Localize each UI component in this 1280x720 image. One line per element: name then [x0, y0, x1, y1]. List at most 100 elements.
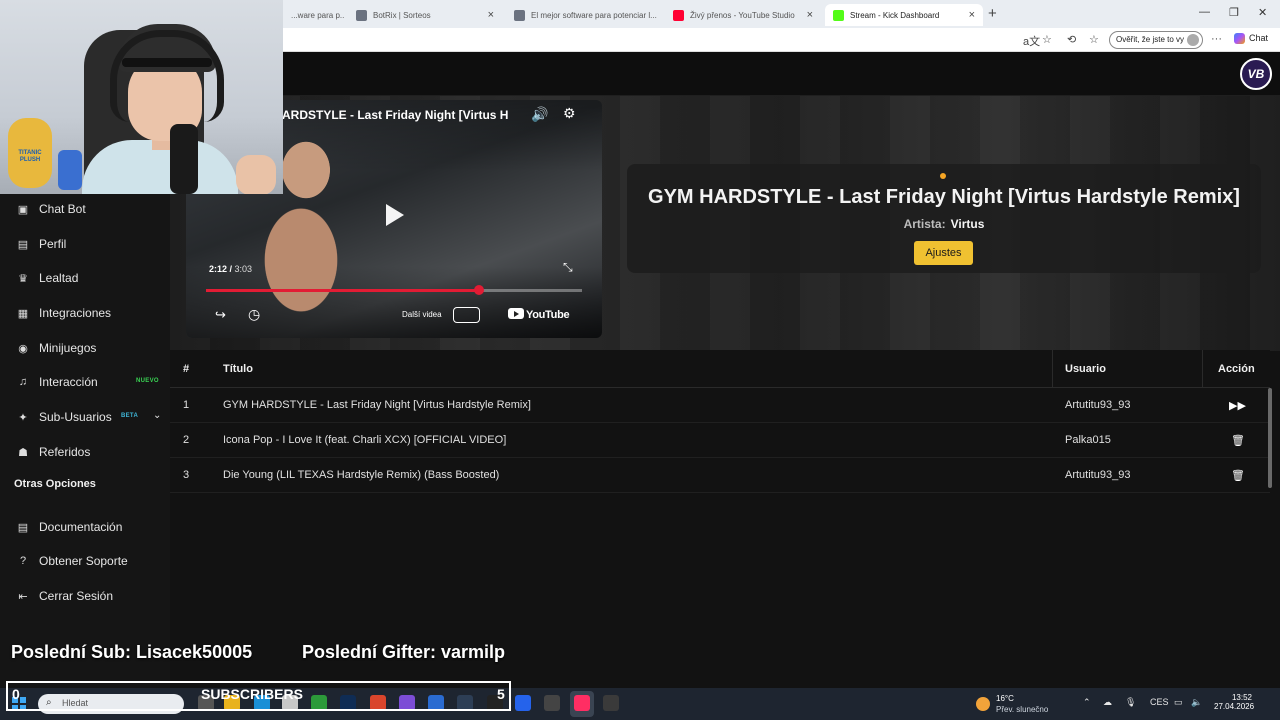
translate-icon[interactable]: a文 — [1023, 33, 1040, 49]
browser-tab[interactable]: El mejor software para potenciar l... × — [506, 4, 662, 26]
gamepad-icon: ◉ — [18, 342, 28, 355]
tiktok-icon[interactable] — [574, 695, 590, 711]
favorite-star-icon[interactable]: ☆ — [1042, 33, 1052, 46]
new-tab-icon[interactable]: + — [988, 5, 997, 22]
settings-button[interactable]: Ajustes — [914, 241, 973, 265]
user-group-icon: ☗ — [18, 446, 28, 459]
onedrive-icon[interactable]: ☁ — [1103, 697, 1112, 708]
row-number: 3 — [183, 469, 190, 481]
scrollbar[interactable] — [1268, 388, 1272, 488]
row-user: Artutitu93_93 — [1065, 399, 1131, 411]
row-user: Artutitu93_93 — [1065, 469, 1131, 481]
subscriber-goal-target: 5 — [497, 686, 505, 702]
botrix-favicon-icon — [356, 9, 367, 21]
clock[interactable]: 13:52 27.04.2026 — [1214, 693, 1254, 711]
sidebar-item-minijuegos[interactable]: ◉ Minijuegos — [0, 333, 170, 363]
row-title: Icona Pop - I Love It (feat. Charli XCX)… — [223, 434, 507, 446]
time-current: 2:12 — [209, 264, 228, 274]
close-icon[interactable]: × — [488, 9, 494, 21]
video-progress-bar[interactable] — [206, 285, 582, 295]
settings-icon[interactable] — [544, 695, 560, 711]
browser-tab[interactable]: BotRix | Sorteos × — [348, 4, 502, 26]
close-icon[interactable]: × — [807, 9, 813, 21]
video-time: 2:12 / 3:03 — [209, 264, 253, 274]
sidebar-item-obtener-soporte[interactable]: ? Obtener Soporte — [0, 546, 170, 576]
network-icon[interactable]: ▭ — [1174, 697, 1183, 708]
language-indicator[interactable]: CES — [1150, 697, 1169, 707]
fullscreen-icon[interactable]: ⤡ — [563, 260, 573, 275]
sidebar-item-label: Sub-Usuarios — [39, 410, 112, 424]
trash-icon[interactable]: 🗑 — [1231, 469, 1245, 482]
more-videos-label[interactable]: Další videa — [402, 310, 442, 319]
progress-knob[interactable] — [473, 285, 484, 295]
sidebar-item-documentacion[interactable]: ▤ Documentación — [0, 512, 170, 542]
section-label-otras-opciones: Otras Opciones — [14, 478, 96, 490]
row-title: GYM HARDSTYLE - Last Friday Night [Virtu… — [223, 399, 531, 411]
user-avatar-logo[interactable]: VB — [1240, 58, 1272, 90]
sidebar-item-cerrar-sesion[interactable]: ⇤ Cerrar Sesión — [0, 581, 170, 611]
clock-time: 13:52 — [1231, 693, 1252, 702]
status-dot — [940, 173, 946, 179]
minimize-icon[interactable]: — — [1199, 6, 1210, 18]
volume-icon[interactable]: 🔊 — [531, 106, 548, 123]
play-icon[interactable] — [386, 204, 404, 226]
sidebar-item-chat-bot[interactable]: ▣ Chat Bot — [0, 194, 170, 224]
column-header-title: Título — [223, 362, 253, 375]
youtube-icon — [508, 308, 524, 319]
more-options-icon[interactable]: ··· — [1211, 33, 1222, 45]
window-close-icon[interactable]: ✕ — [1258, 6, 1267, 19]
column-header-number: # — [183, 362, 190, 375]
share-icon[interactable]: ↪ — [215, 307, 226, 323]
page-favicon-icon — [514, 9, 525, 21]
artist-row: Artista: Virtus — [627, 217, 1261, 231]
blue-toy — [58, 150, 82, 190]
chevron-down-icon[interactable]: ⌄ — [153, 410, 161, 421]
avatar — [1187, 34, 1199, 46]
tab-label: Stream - Kick Dashboard — [850, 10, 940, 20]
youtube-logo[interactable]: YouTube — [508, 308, 570, 321]
video-title: ARDSTYLE - Last Friday Night [Virtus H — [282, 108, 509, 122]
sidebar-item-label: Obtener Soporte — [39, 554, 128, 568]
sidebar-item-label: Cerrar Sesión — [39, 589, 114, 603]
trash-icon[interactable]: 🗑 — [1231, 434, 1245, 447]
browser-tab[interactable]: ...ware para p... × — [283, 4, 345, 26]
maximize-icon[interactable]: ❐ — [1229, 6, 1239, 19]
sidebar-item-interaccion[interactable]: ♫ Interacción NUEVO — [0, 367, 170, 397]
row-user: Palka015 — [1065, 434, 1111, 446]
app-icon[interactable] — [515, 695, 531, 711]
volume-icon[interactable]: 🔈 — [1191, 697, 1202, 708]
sun-icon — [976, 697, 990, 711]
column-header-action: Acción — [1218, 362, 1255, 375]
settings-gear-icon[interactable]: ⚙ — [563, 105, 576, 122]
sidebar-item-sub-usuarios[interactable]: ✦ Sub-Usuarios BETA ⌄ — [0, 402, 170, 432]
now-playing-card: GYM HARDSTYLE - Last Friday Night [Virtu… — [627, 164, 1261, 273]
tab-label: ...ware para p... — [291, 10, 345, 20]
sidebar-item-integraciones[interactable]: ▦ Integraciones — [0, 298, 170, 328]
copilot-chat-button[interactable]: Chat — [1234, 33, 1268, 45]
mic-icon[interactable]: 🎙 — [1125, 697, 1136, 708]
sidebar-item-referidos[interactable]: ☗ Referidos — [0, 437, 170, 467]
favorites-icon[interactable]: ☆ — [1089, 33, 1099, 46]
close-icon[interactable]: × — [969, 9, 975, 21]
screen: ...ware para p... × BotRix | Sorteos × E… — [0, 0, 1280, 720]
url-field[interactable] — [286, 30, 986, 50]
column-divider — [1052, 350, 1053, 388]
epic-games-icon[interactable] — [603, 695, 619, 711]
copilot-icon — [1234, 33, 1245, 45]
tab-label: El mejor software para potenciar l... — [531, 10, 657, 20]
trophy-icon: ♛ — [18, 272, 28, 285]
sidebar-item-label: Referidos — [39, 445, 91, 459]
chevron-up-icon[interactable]: ⌃ — [1083, 697, 1091, 708]
browser-tab[interactable]: Živý přenos - YouTube Studio × — [665, 4, 821, 26]
sidebar-item-lealtad[interactable]: ♛ Lealtad — [0, 263, 170, 293]
more-videos-thumbnail[interactable] — [453, 307, 480, 323]
watch-later-icon[interactable]: ◷ — [248, 306, 260, 323]
extensions-icon[interactable]: ⟲ — [1067, 33, 1076, 46]
sidebar-item-perfil[interactable]: ▤ Perfil — [0, 229, 170, 259]
plug-icon: ▦ — [17, 307, 29, 320]
skip-forward-icon[interactable]: ▶▶ — [1229, 399, 1246, 412]
browser-tab-active[interactable]: Stream - Kick Dashboard × — [825, 4, 983, 26]
new-badge: NUEVO — [136, 378, 159, 384]
profile-verify-button[interactable]: Ověřit, že jste to vy — [1109, 31, 1203, 49]
row-title: Die Young (LIL TEXAS Hardstyle Remix) (B… — [223, 469, 500, 481]
